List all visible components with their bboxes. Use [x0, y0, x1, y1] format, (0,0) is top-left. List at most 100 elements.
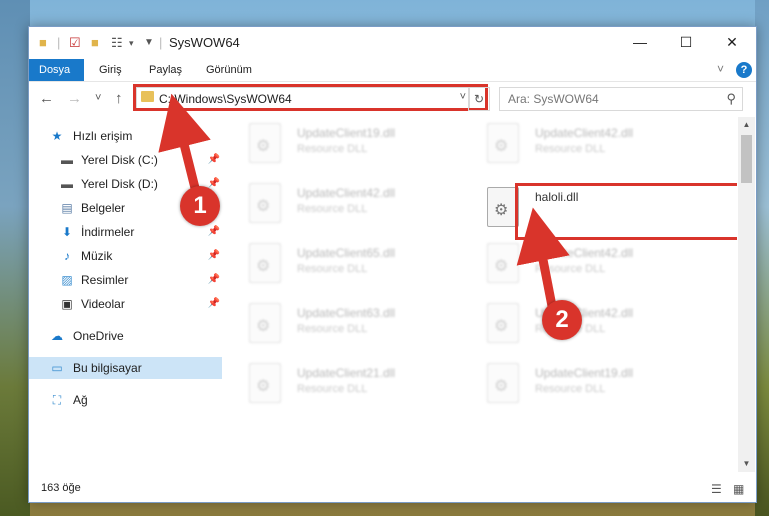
pin-icon[interactable]: 📌	[208, 293, 220, 315]
network-icon: ⛶	[52, 393, 62, 407]
pin-icon[interactable]: 📌	[208, 149, 220, 171]
customize-toolbar-icon[interactable]: ☷	[111, 35, 123, 51]
close-button[interactable]: ✕	[709, 27, 755, 57]
sidebar-item-videos[interactable]: ▣ Videolar 📌	[29, 293, 222, 315]
sidebar-item-label: Videolar	[81, 297, 125, 311]
search-placeholder: Ara: SysWOW64	[508, 92, 599, 106]
help-icon[interactable]: ?	[736, 62, 752, 78]
status-bar: 163 öğe ☰ ▦	[29, 477, 756, 501]
dll-file-icon	[249, 183, 281, 223]
sidebar-item-music[interactable]: ♪ Müzik 📌	[29, 245, 222, 267]
file-name: UpdateClient19.dll	[297, 126, 396, 140]
dll-file-icon	[487, 243, 519, 283]
sidebar-item-onedrive[interactable]: ☁ OneDrive	[29, 325, 222, 347]
tab-giris[interactable]: Giriş	[89, 59, 132, 81]
tab-paylas[interactable]: Paylaş	[139, 59, 192, 81]
file-type: Resource DLL	[297, 323, 368, 335]
file-type: Resource DLL	[297, 203, 368, 215]
file-item[interactable]: UpdateClient21.dll Resource DLL	[249, 363, 449, 407]
tab-gorunum[interactable]: Görünüm	[196, 59, 262, 81]
dll-file-icon	[249, 303, 281, 343]
file-type: Resource DLL	[297, 383, 368, 395]
file-item[interactable]: UpdateClient42.dll Resource DLL	[487, 123, 687, 167]
vertical-scrollbar[interactable]: ▲ ▼	[738, 117, 755, 472]
file-type: Resource DLL	[297, 263, 368, 275]
minimize-button[interactable]: —	[617, 27, 663, 57]
target-highlight-box	[515, 183, 737, 240]
item-count: 163 öğe	[41, 482, 81, 494]
scroll-thumb[interactable]	[741, 135, 752, 183]
recent-locations-icon[interactable]: ˅	[95, 92, 101, 104]
title-bar: ■ | ☑ ■ ☷ ▾ ▼ | SysWOW64 — ☐ ✕	[29, 27, 756, 59]
computer-icon: ▭	[51, 361, 63, 375]
separator: |	[57, 35, 61, 50]
ribbon-tabs: Dosya Giriş Paylaş Görünüm ˅ ?	[29, 59, 756, 82]
maximize-button[interactable]: ☐	[663, 27, 709, 57]
file-item[interactable]: UpdateClient42.dll Resource DLL	[249, 183, 449, 227]
dll-file-icon	[487, 363, 519, 403]
chevron-down-icon[interactable]: ▾	[129, 35, 134, 51]
navigation-pane: ★ Hızlı erişim ▬ Yerel Disk (C:) 📌 ▬ Yer…	[29, 117, 222, 472]
search-input[interactable]: Ara: SysWOW64 ⚲	[499, 87, 743, 111]
file-item[interactable]: UpdateClient65.dll Resource DLL	[249, 243, 449, 287]
window-title: SysWOW64	[169, 35, 240, 50]
sidebar-item-label: İndirmeler	[81, 225, 135, 239]
drive-icon: ▬	[61, 153, 73, 167]
sidebar-item-label: Yerel Disk (C:)	[81, 153, 158, 167]
file-item[interactable]: UpdateClient63.dll Resource DLL	[249, 303, 449, 347]
sidebar-item-network[interactable]: ⛶ Ağ	[29, 389, 222, 411]
sidebar-item-quick-access[interactable]: ★ Hızlı erişim	[29, 125, 222, 147]
videos-icon: ▣	[61, 297, 73, 311]
file-name: UpdateClient42.dll	[535, 246, 634, 260]
file-type: Resource DLL	[535, 143, 606, 155]
file-item[interactable]: UpdateClient19.dll Resource DLL	[249, 123, 449, 167]
back-arrow-icon[interactable]: ←	[39, 90, 54, 107]
downloads-icon: ⬇	[61, 225, 73, 239]
forward-arrow-icon[interactable]: →	[67, 90, 82, 107]
file-type: Resource DLL	[297, 143, 368, 155]
details-view-icon[interactable]: ☰	[711, 482, 722, 496]
sidebar-item-this-pc[interactable]: ▭ Bu bilgisayar	[29, 357, 222, 379]
search-icon[interactable]: ⚲	[726, 91, 736, 107]
collapse-ribbon-icon[interactable]: ˅	[717, 62, 724, 76]
address-highlight-box	[133, 84, 488, 111]
file-item[interactable]: UpdateClient42.dll Resource DLL	[487, 303, 687, 347]
dll-file-icon	[249, 123, 281, 163]
scroll-down-icon[interactable]: ▼	[738, 456, 755, 472]
star-icon: ★	[51, 129, 63, 143]
sidebar-item-label: Ağ	[73, 393, 88, 407]
sidebar-item-label: Belgeler	[81, 201, 126, 215]
dll-file-icon	[249, 243, 281, 283]
file-name: UpdateClient65.dll	[297, 246, 396, 260]
tab-dosya[interactable]: Dosya	[29, 59, 84, 81]
pin-icon[interactable]: 📌	[208, 269, 220, 291]
up-arrow-icon[interactable]: ↑	[115, 90, 123, 107]
sidebar-item-pictures[interactable]: ▨ Resimler 📌	[29, 269, 222, 291]
step-1-badge: 1	[180, 186, 220, 226]
file-item[interactable]: UpdateClient19.dll Resource DLL	[487, 363, 687, 407]
sidebar-item-local-disk-c[interactable]: ▬ Yerel Disk (C:) 📌	[29, 149, 222, 171]
separator: |	[159, 35, 163, 50]
dll-file-icon	[249, 363, 281, 403]
scroll-up-icon[interactable]: ▲	[738, 117, 755, 133]
sidebar-item-label: Yerel Disk (D:)	[81, 177, 158, 191]
sidebar-item-label: Müzik	[81, 249, 113, 263]
file-name: UpdateClient42.dll	[297, 186, 396, 200]
step-2-badge: 2	[542, 300, 582, 340]
new-folder-icon[interactable]: ■	[91, 35, 99, 51]
documents-icon: ▤	[61, 201, 73, 215]
quick-access-dropdown-icon[interactable]: ▼	[144, 35, 154, 51]
file-name: UpdateClient21.dll	[297, 366, 396, 380]
file-explorer-window: ■ | ☑ ■ ☷ ▾ ▼ | SysWOW64 — ☐ ✕ Dosya Gir…	[28, 26, 757, 503]
large-icons-view-icon[interactable]: ▦	[733, 482, 744, 496]
file-item[interactable]: UpdateClient42.dll Resource DLL	[487, 243, 687, 287]
dll-file-icon	[487, 303, 519, 343]
refresh-button[interactable]: ↻	[468, 87, 490, 111]
pin-icon[interactable]: 📌	[208, 221, 220, 243]
file-type: Resource DLL	[535, 263, 606, 275]
properties-icon[interactable]: ☑	[69, 35, 81, 51]
desktop-wallpaper-right	[755, 0, 769, 516]
desktop-wallpaper-left	[0, 0, 30, 516]
pin-icon[interactable]: 📌	[208, 245, 220, 267]
drive-icon: ▬	[61, 177, 73, 191]
